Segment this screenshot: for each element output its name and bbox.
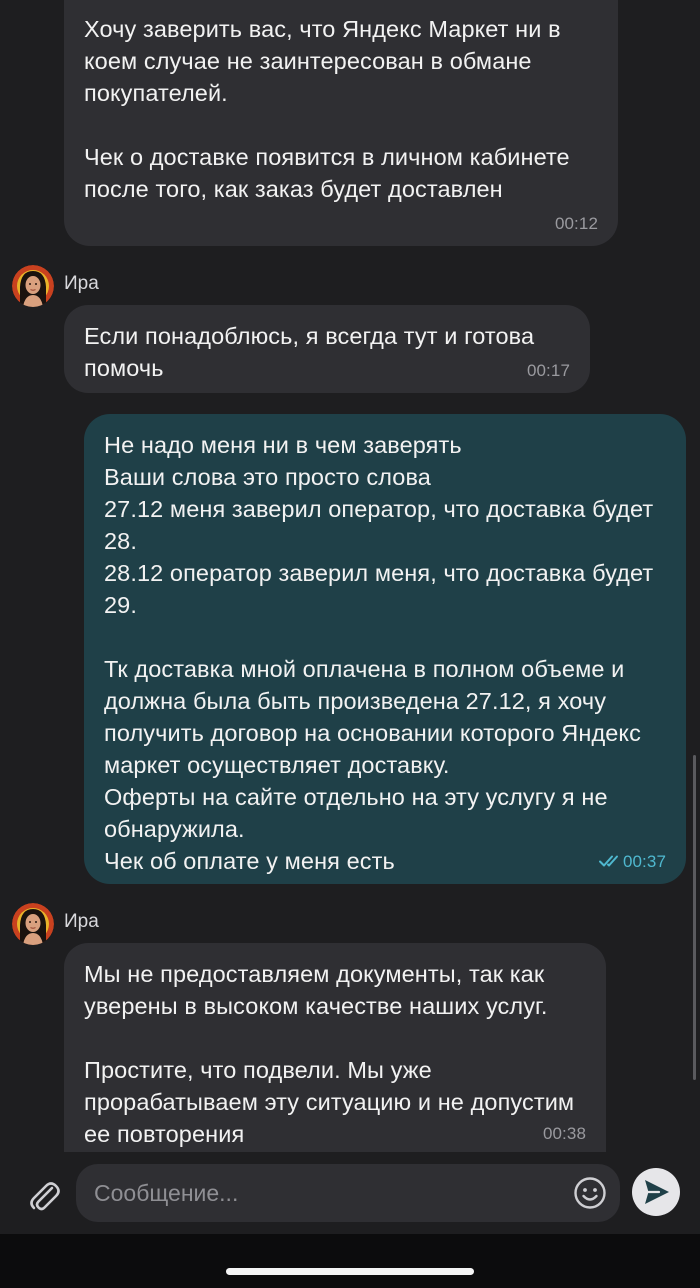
message-text: Мы не предоставляем документы, так как у… xyxy=(84,961,575,1147)
message-time: 00:38 xyxy=(542,1124,586,1143)
sender-name: Ира xyxy=(64,273,99,294)
system-bottom-bar xyxy=(0,1234,700,1288)
message-input-placeholder: Сообщение... xyxy=(94,1180,239,1206)
message-time-status: 00:37 xyxy=(598,852,666,872)
chat-screen: Хочу заверить вас, что Яндекс Маркет ни … xyxy=(0,0,700,1288)
message-bubble-incoming[interactable]: Хочу заверить вас, что Яндекс Маркет ни … xyxy=(64,0,618,246)
avatar[interactable] xyxy=(12,265,54,307)
scrollbar[interactable] xyxy=(693,755,696,1080)
send-arrow-icon xyxy=(645,1180,669,1204)
message-text: Не надо меня ни в чем заверять Ваши слов… xyxy=(104,432,654,874)
message-bubble-outgoing[interactable]: Не надо меня ни в чем заверять Ваши слов… xyxy=(84,414,686,884)
message-text: Если понадоблюсь, я всегда тут и готова … xyxy=(84,323,535,381)
message-time: 00:37 xyxy=(622,852,666,871)
message-time: 00:17 xyxy=(526,361,570,380)
avatar[interactable] xyxy=(12,903,54,945)
message-bubble-incoming[interactable]: Если понадоблюсь, я всегда тут и готова … xyxy=(64,305,590,393)
message-composer: Сообщение... xyxy=(0,1152,700,1288)
message-list[interactable]: Хочу заверить вас, что Яндекс Маркет ни … xyxy=(0,0,700,1152)
paperclip-icon[interactable] xyxy=(22,1174,66,1218)
home-indicator[interactable] xyxy=(226,1268,474,1275)
message-bubble-incoming[interactable]: Мы не предоставляем документы, так как у… xyxy=(64,943,606,1152)
send-button[interactable] xyxy=(632,1168,680,1216)
smiley-icon[interactable] xyxy=(572,1175,608,1211)
message-input[interactable]: Сообщение... xyxy=(76,1164,620,1222)
read-double-check-icon xyxy=(598,855,618,867)
message-time: 00:12 xyxy=(554,214,598,233)
sender-name: Ира xyxy=(64,911,99,932)
message-text: Хочу заверить вас, что Яндекс Маркет ни … xyxy=(84,16,570,202)
